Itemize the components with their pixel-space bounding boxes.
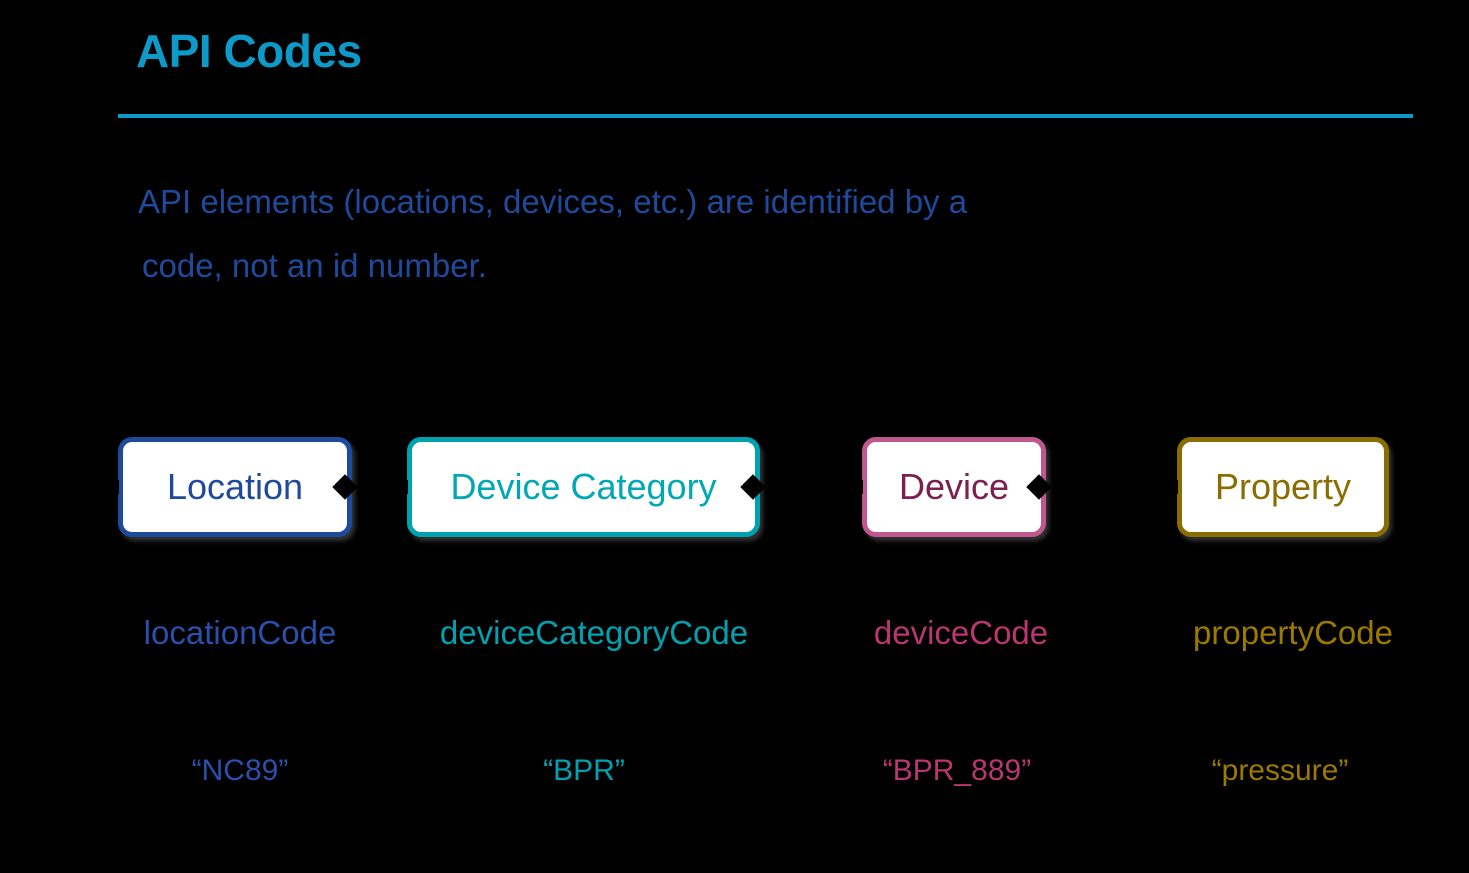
node-location-label: Location	[166, 466, 304, 507]
connector-tick-location-left	[110, 480, 119, 494]
api-codes-diagram: Location Device Category Device Property…	[0, 0, 1469, 873]
node-property[interactable]: Property	[1177, 437, 1389, 537]
code-label-device: deviceCode	[873, 614, 1049, 651]
connector-tick-property-left	[1169, 480, 1178, 494]
example-value-property: “pressure”	[1211, 754, 1349, 787]
node-device-category[interactable]: Device Category	[407, 437, 760, 537]
node-location[interactable]: Location	[118, 437, 352, 537]
code-label-property: propertyCode	[1193, 614, 1393, 651]
node-device[interactable]: Device	[862, 437, 1046, 537]
connector-tick-device-left	[854, 480, 863, 494]
connector-tick-device-category-left	[399, 480, 408, 494]
example-value-device-category: “BPR”	[543, 754, 625, 787]
example-value-location: “NC89”	[191, 754, 289, 787]
node-device-category-label: Device Category	[450, 466, 717, 507]
example-value-device: “BPR_889”	[882, 754, 1032, 787]
code-label-location: locationCode	[143, 614, 337, 651]
node-property-label: Property	[1214, 466, 1352, 507]
code-label-device-category: deviceCategoryCode	[439, 614, 749, 651]
node-device-label: Device	[898, 466, 1010, 507]
